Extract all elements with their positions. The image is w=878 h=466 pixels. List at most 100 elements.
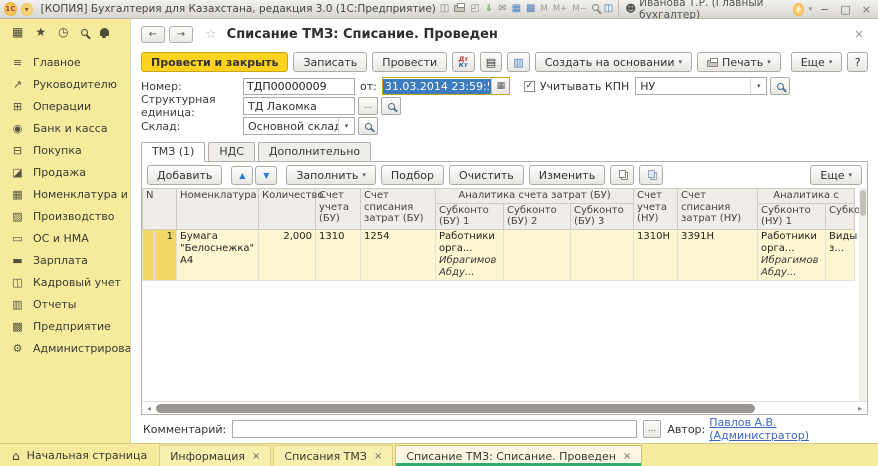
cell-sub-nu-1[interactable]: Работники орга...Ибрагимов Абду... <box>758 229 826 280</box>
date-input[interactable] <box>383 79 491 94</box>
maximize-button[interactable]: □ <box>837 3 853 16</box>
horizontal-scrollbar-track[interactable] <box>156 404 853 413</box>
vertical-scrollbar[interactable] <box>859 188 867 401</box>
sidebar-item-prodazha[interactable]: ◪Продажа <box>0 161 130 183</box>
add-row-button[interactable]: Добавить <box>147 165 222 185</box>
print-menu-button[interactable]: Печать▾ <box>697 52 781 72</box>
forward-button[interactable]: → <box>169 26 193 43</box>
unit-open-button[interactable] <box>381 97 401 115</box>
cell-sub-bu-2[interactable] <box>504 229 571 280</box>
move-up-button[interactable]: ▲ <box>231 166 253 185</box>
cell-sub-bu-1[interactable]: Работники орга...Ибрагимов Абду... <box>436 229 504 280</box>
post-and-close-button[interactable]: Провести и закрыть <box>141 52 288 72</box>
calculator-icon[interactable]: ▩ <box>526 4 535 14</box>
unit-select-button[interactable]: ... <box>358 97 378 115</box>
vertical-scrollbar-thumb[interactable] <box>860 190 866 216</box>
close-tab-icon[interactable]: × <box>374 451 382 462</box>
tab-nds[interactable]: НДС <box>208 142 255 161</box>
write-button[interactable]: Записать <box>293 52 367 72</box>
cell-sub-nu-2[interactable]: Виды з... <box>826 229 855 280</box>
back-button[interactable]: ← <box>141 26 165 43</box>
cell-sub-bu-3[interactable] <box>571 229 634 280</box>
cell-account-nu[interactable]: 1310Н <box>634 229 678 280</box>
tab-tmz[interactable]: ТМЗ (1) <box>141 142 205 162</box>
kpn-open-button[interactable] <box>770 77 790 95</box>
print-icon[interactable] <box>454 5 465 12</box>
info-button[interactable]: i <box>793 3 803 16</box>
fill-button[interactable]: Заполнить▾ <box>286 165 376 185</box>
close-form-icon[interactable]: × <box>850 27 868 41</box>
create-on-basis-button[interactable]: Создать на основании▾ <box>535 52 692 72</box>
panels-icon[interactable]: ◫ <box>604 4 613 14</box>
registers-button[interactable]: ▥ <box>507 52 530 72</box>
current-user[interactable]: ☻ Иванова Т.Р. (Главный бухгалтер) <box>618 0 788 21</box>
comment-select-button[interactable]: ... <box>643 420 662 438</box>
pick-button[interactable]: Подбор <box>381 165 444 185</box>
sidebar-item-kadrovyj-uchet[interactable]: ◫Кадровый учет <box>0 271 130 293</box>
close-tab-icon[interactable]: × <box>623 451 631 462</box>
horizontal-scrollbar[interactable]: ◂ ▸ <box>142 401 867 414</box>
comment-input[interactable] <box>232 420 636 438</box>
table-more-button[interactable]: Еще▾ <box>810 165 862 185</box>
sidebar-item-rukovoditelyu[interactable]: ↗Руководителю <box>0 73 130 95</box>
memory-minus-button[interactable]: M− <box>572 4 586 14</box>
copy-rows-button[interactable] <box>610 165 634 185</box>
minimize-button[interactable]: − <box>817 3 832 16</box>
sidebar-item-zarplata[interactable]: ▬Зарплата <box>0 249 130 271</box>
tab-dopolnitelno[interactable]: Дополнительно <box>258 142 371 161</box>
horizontal-scrollbar-thumb[interactable] <box>156 404 755 413</box>
document-list-button[interactable]: ▤ <box>480 52 503 72</box>
sidebar-item-predpriyatie[interactable]: ▩Предприятие <box>0 315 130 337</box>
favorite-star-icon[interactable]: ☆ <box>205 27 217 42</box>
notifications-bell-icon[interactable] <box>100 28 109 36</box>
cell-nomenclature[interactable]: Бумага "Белоснежка" А4 <box>177 229 259 280</box>
calendar-picker-icon[interactable]: ▦ <box>491 78 509 94</box>
scroll-right-icon[interactable]: ▸ <box>855 404 865 413</box>
number-input[interactable] <box>243 78 355 95</box>
cell-expense-nu[interactable]: 3391Н <box>678 229 758 280</box>
cell-quantity[interactable]: 2,000 <box>259 229 316 280</box>
print-preview-icon[interactable]: ◰ <box>470 4 479 14</box>
sidebar-item-os-i-nma[interactable]: ▭ОС и НМА <box>0 227 130 249</box>
taskbar-tab-informaciya[interactable]: Информация × <box>159 445 271 466</box>
chevron-down-icon[interactable]: ▾ <box>338 118 354 134</box>
warehouse-combo[interactable]: Основной склад ▾ <box>243 117 355 135</box>
taskbar-tab-home[interactable]: ⌂ Начальная страница <box>2 445 157 466</box>
taskbar-tab-spisanie-tmz-active[interactable]: Списание ТМЗ: Списание. Проведен × <box>395 445 642 466</box>
warehouse-open-button[interactable] <box>358 117 378 135</box>
scroll-left-icon[interactable]: ◂ <box>144 404 154 413</box>
info-dropdown-icon[interactable]: ▾ <box>809 6 813 13</box>
memory-plus-button[interactable]: M+ <box>553 4 567 14</box>
sidebar-item-glavnoe[interactable]: ≡Главное <box>0 51 130 73</box>
edit-button[interactable]: Изменить <box>529 165 605 185</box>
taskbar-tab-spisaniya-tmz[interactable]: Списания ТМЗ × <box>273 445 393 466</box>
history-icon[interactable]: ◷ <box>58 25 68 39</box>
menu-grid-icon[interactable]: ▦ <box>12 25 23 39</box>
favorites-icon[interactable]: ★ <box>35 25 46 39</box>
close-window-button[interactable]: × <box>859 3 874 16</box>
clear-button[interactable]: Очистить <box>449 165 524 185</box>
export-icon[interactable]: ✉ <box>498 4 506 14</box>
app-logo-icon[interactable]: 1С <box>4 2 17 16</box>
move-down-button[interactable]: ▼ <box>255 166 277 185</box>
row-selector[interactable] <box>143 229 155 280</box>
main-menu-dropdown-icon[interactable]: ▾ <box>21 3 33 16</box>
help-button[interactable]: ? <box>847 52 868 72</box>
sidebar-item-bank-i-kassa[interactable]: ◉Банк и касса <box>0 117 130 139</box>
paste-rows-button[interactable] <box>639 165 663 185</box>
sidebar-item-administrirovanie[interactable]: ⚙Администрирование <box>0 337 130 359</box>
unit-field[interactable]: ТД Лакомка <box>243 97 355 115</box>
calendar-icon[interactable]: ▦ <box>512 4 521 14</box>
import-icon[interactable]: ⇓ <box>485 4 493 14</box>
chevron-down-icon[interactable]: ▾ <box>750 78 766 94</box>
cell-expense-bu[interactable]: 1254 <box>361 229 436 280</box>
post-button[interactable]: Провести <box>372 52 447 72</box>
save-icon[interactable]: ◫ <box>440 4 449 14</box>
kpn-checkbox[interactable]: ✓ <box>524 81 535 92</box>
search-icon[interactable] <box>81 29 88 36</box>
dtkt-postings-button[interactable]: ДтКт <box>452 52 475 72</box>
cell-account-bu[interactable]: 1310 <box>316 229 361 280</box>
sidebar-item-otchety[interactable]: ▥Отчеты <box>0 293 130 315</box>
cell-n[interactable]: 1 <box>155 229 177 280</box>
close-tab-icon[interactable]: × <box>252 451 260 462</box>
